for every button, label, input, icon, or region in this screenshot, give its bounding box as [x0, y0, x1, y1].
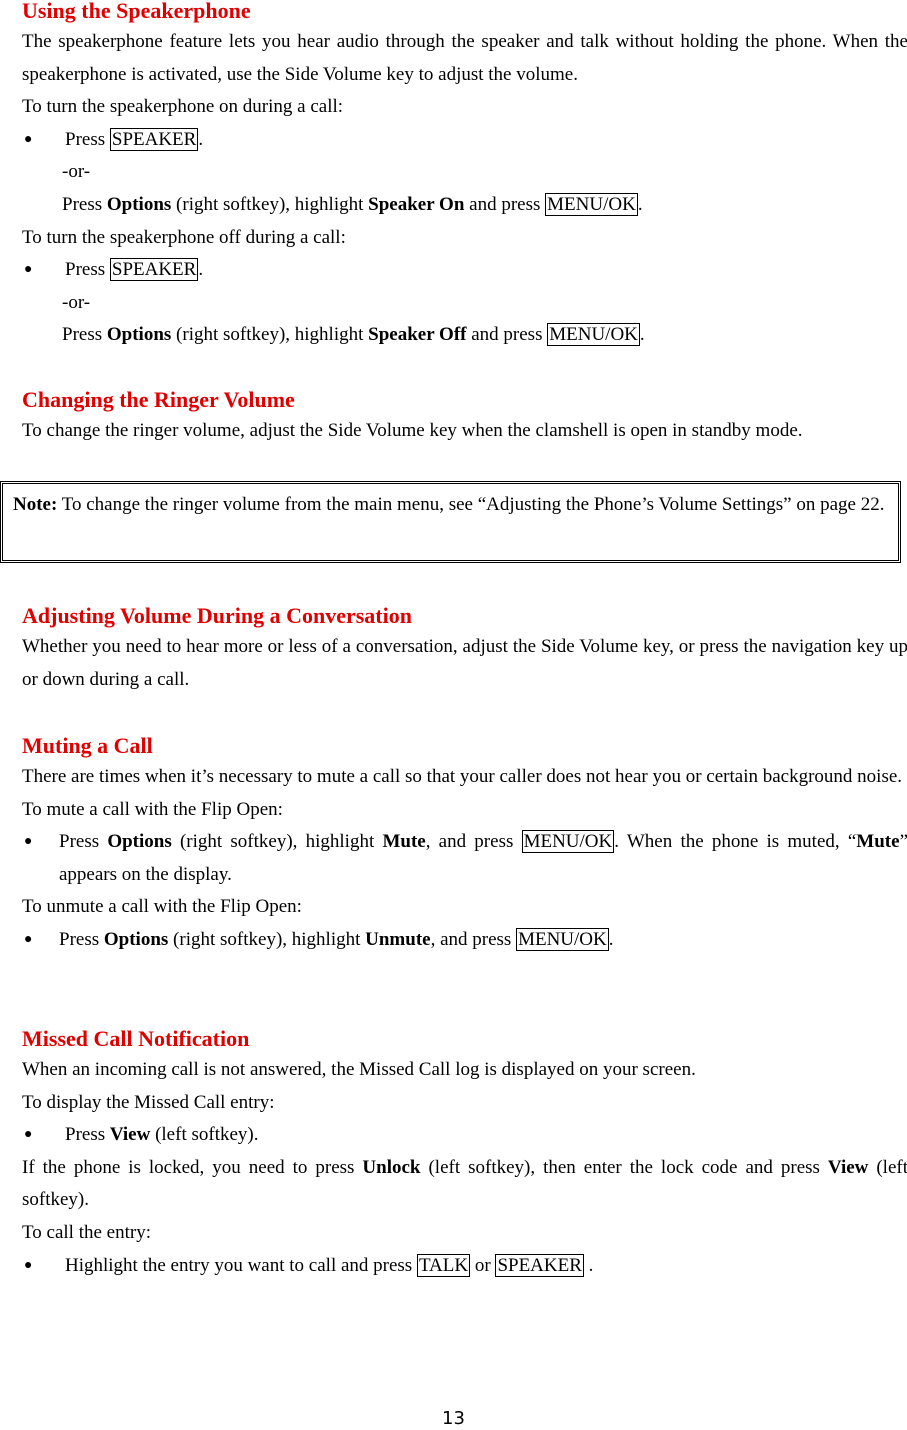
- missed-body: When an incoming call is not answered, t…: [22, 1059, 696, 1080]
- speaker-off-alt-step: Press Options (right softkey), highlight…: [62, 323, 645, 347]
- unmute-option: Unmute: [365, 928, 431, 950]
- heading-ringer: Changing the Ringer Volume: [22, 387, 295, 412]
- options-softkey: Options: [107, 831, 172, 853]
- speaker-on-label: To turn the speakerphone on during a cal…: [22, 96, 344, 118]
- view-softkey: View: [827, 1156, 869, 1178]
- menu-ok-key: MENU/OK: [516, 927, 609, 951]
- mute-display-text: Mute: [856, 831, 900, 853]
- section-conversation: Adjusting Volume During a Conversation W…: [22, 605, 907, 696]
- unlock-softkey: Unlock: [362, 1156, 421, 1178]
- view-step: Press View (left softkey).: [22, 1119, 907, 1152]
- mute-step: Press Options (right softkey), highlight…: [22, 826, 907, 891]
- muting-body: There are times when it’s necessary to m…: [22, 766, 903, 787]
- view-softkey: View: [109, 1124, 151, 1146]
- note-label: Note:: [13, 494, 58, 515]
- call-label: To call the entry:: [22, 1221, 151, 1243]
- talk-key: TALK: [416, 1253, 471, 1277]
- heading-speakerphone: Using the Speakerphone: [22, 0, 251, 23]
- unmute-label: To unmute a call with the Flip Open:: [22, 896, 302, 918]
- locked-instructions: If the phone is locked, you need to pres…: [22, 1156, 907, 1211]
- section-speakerphone: Using the Speakerphone The speakerphone …: [22, 0, 907, 352]
- menu-ok-key: MENU/OK: [547, 323, 640, 347]
- call-step: Highlight the entry you want to call and…: [22, 1250, 907, 1283]
- options-softkey: Options: [106, 324, 172, 346]
- menu-ok-key: MENU/OK: [545, 192, 638, 216]
- mute-label: To mute a call with the Flip Open:: [22, 798, 283, 820]
- speaker-key: SPEAKER: [495, 1253, 584, 1277]
- section-muting: Muting a Call There are times when it’s …: [22, 735, 907, 957]
- mute-option: Mute: [382, 831, 426, 853]
- speaker-on-option: Speaker On: [368, 193, 465, 215]
- section-missed-call: Missed Call Notification When an incomin…: [22, 1028, 907, 1282]
- unmute-step: Press Options (right softkey), highlight…: [22, 924, 907, 957]
- display-label: To display the Missed Call entry:: [22, 1091, 275, 1113]
- or-separator: -or-: [62, 161, 91, 183]
- section-ringer: Changing the Ringer Volume To change the…: [22, 389, 907, 448]
- menu-ok-key: MENU/OK: [521, 830, 615, 854]
- speaker-key: SPEAKER: [109, 127, 199, 151]
- conversation-body: Whether you need to hear more or less of…: [22, 636, 907, 690]
- options-softkey: Options: [103, 928, 169, 950]
- speaker-off-option: Speaker Off: [368, 324, 467, 346]
- speaker-off-label: To turn the speakerphone off during a ca…: [22, 226, 346, 248]
- or-separator: -or-: [62, 291, 91, 313]
- speaker-key: SPEAKER: [109, 258, 199, 282]
- page-number: 13: [442, 1408, 465, 1429]
- heading-conversation: Adjusting Volume During a Conversation: [22, 603, 412, 628]
- speaker-on-step: Press SPEAKER.: [22, 124, 907, 157]
- heading-missed-call: Missed Call Notification: [22, 1026, 250, 1051]
- options-softkey: Options: [106, 193, 172, 215]
- note-box: Note: To change the ringer volume from t…: [0, 481, 901, 563]
- speakerphone-intro: The speakerphone feature lets you hear a…: [22, 31, 907, 85]
- ringer-body: To change the ringer volume, adjust the …: [22, 420, 803, 441]
- heading-muting: Muting a Call: [22, 733, 153, 758]
- note-text: Note: To change the ringer volume from t…: [13, 494, 885, 515]
- speaker-off-step: Press SPEAKER.: [22, 254, 907, 287]
- speaker-on-alt-step: Press Options (right softkey), highlight…: [62, 192, 643, 216]
